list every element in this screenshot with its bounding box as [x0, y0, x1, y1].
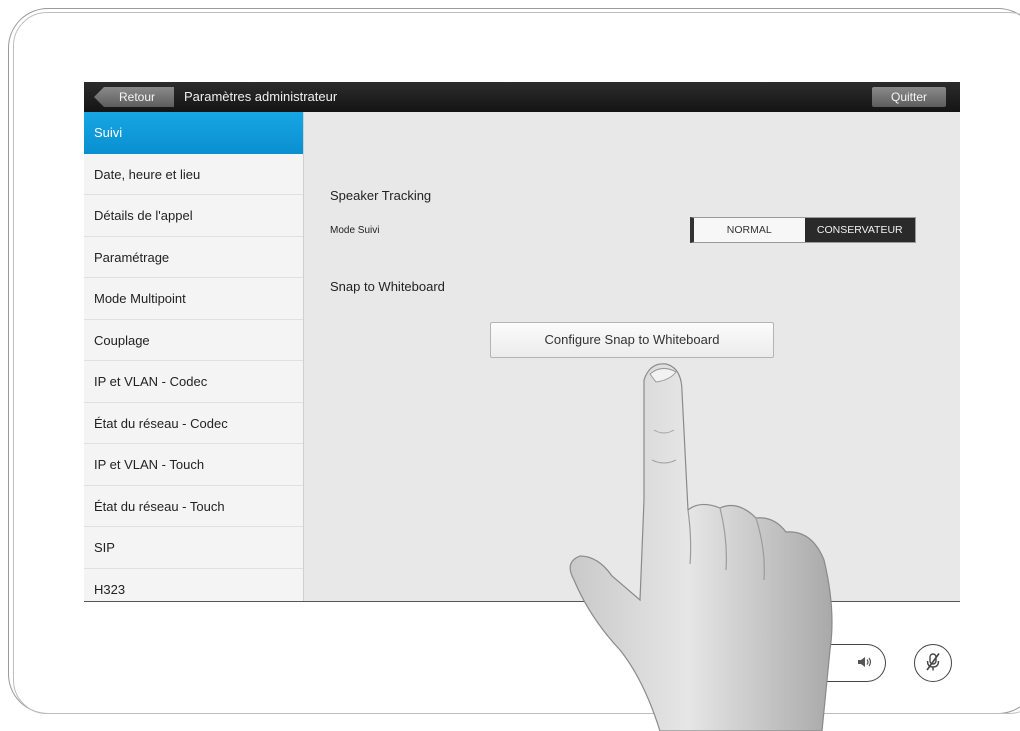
back-button[interactable]: Retour: [94, 87, 174, 107]
settings-panel: Speaker Tracking Mode Suivi NORMAL CONSE…: [304, 112, 960, 601]
sidebar-item-network-status-touch[interactable]: État du réseau - Touch: [84, 486, 303, 527]
quit-button[interactable]: Quitter: [872, 87, 946, 107]
sidebar-item-multipoint[interactable]: Mode Multipoint: [84, 278, 303, 320]
sidebar-item-network-status-codec[interactable]: État du réseau - Codec: [84, 403, 303, 444]
speaker-tracking-heading: Speaker Tracking: [330, 188, 432, 203]
sidebar-item-date-time-location[interactable]: Date, heure et lieu: [84, 154, 303, 195]
page-title: Paramètres administrateur: [184, 89, 338, 104]
tracking-mode-toggle: NORMAL CONSERVATEUR: [690, 217, 916, 243]
speaker-icon: [857, 655, 873, 672]
mute-button[interactable]: [914, 644, 952, 682]
mic-muted-icon: [924, 652, 942, 675]
mode-normal-option[interactable]: NORMAL: [694, 218, 805, 242]
configure-snap-button[interactable]: Configure Snap to Whiteboard: [490, 322, 774, 358]
snap-to-whiteboard-heading: Snap to Whiteboard: [330, 279, 445, 294]
sidebar-item-suivi[interactable]: Suivi: [84, 112, 303, 154]
sidebar-item-h323[interactable]: H323: [84, 569, 303, 602]
sidebar-item-sip[interactable]: SIP: [84, 527, 303, 569]
sidebar-item-pairing[interactable]: Couplage: [84, 320, 303, 361]
touch-screen: Retour Paramètres administrateur Quitter…: [84, 82, 960, 602]
sidebar-item-ip-vlan-touch[interactable]: IP et VLAN - Touch: [84, 444, 303, 486]
sidebar-item-call-details[interactable]: Détails de l'appel: [84, 195, 303, 237]
sidebar-item-ip-vlan-codec[interactable]: IP et VLAN - Codec: [84, 361, 303, 403]
mode-conservateur-option[interactable]: CONSERVATEUR: [804, 218, 915, 242]
mode-suivi-label: Mode Suivi: [330, 225, 380, 236]
sidebar-item-setup[interactable]: Paramétrage: [84, 237, 303, 278]
volume-button[interactable]: [820, 644, 886, 682]
sidebar: Suivi Date, heure et lieu Détails de l'a…: [84, 112, 304, 601]
title-bar: Retour Paramètres administrateur Quitter: [84, 82, 960, 112]
